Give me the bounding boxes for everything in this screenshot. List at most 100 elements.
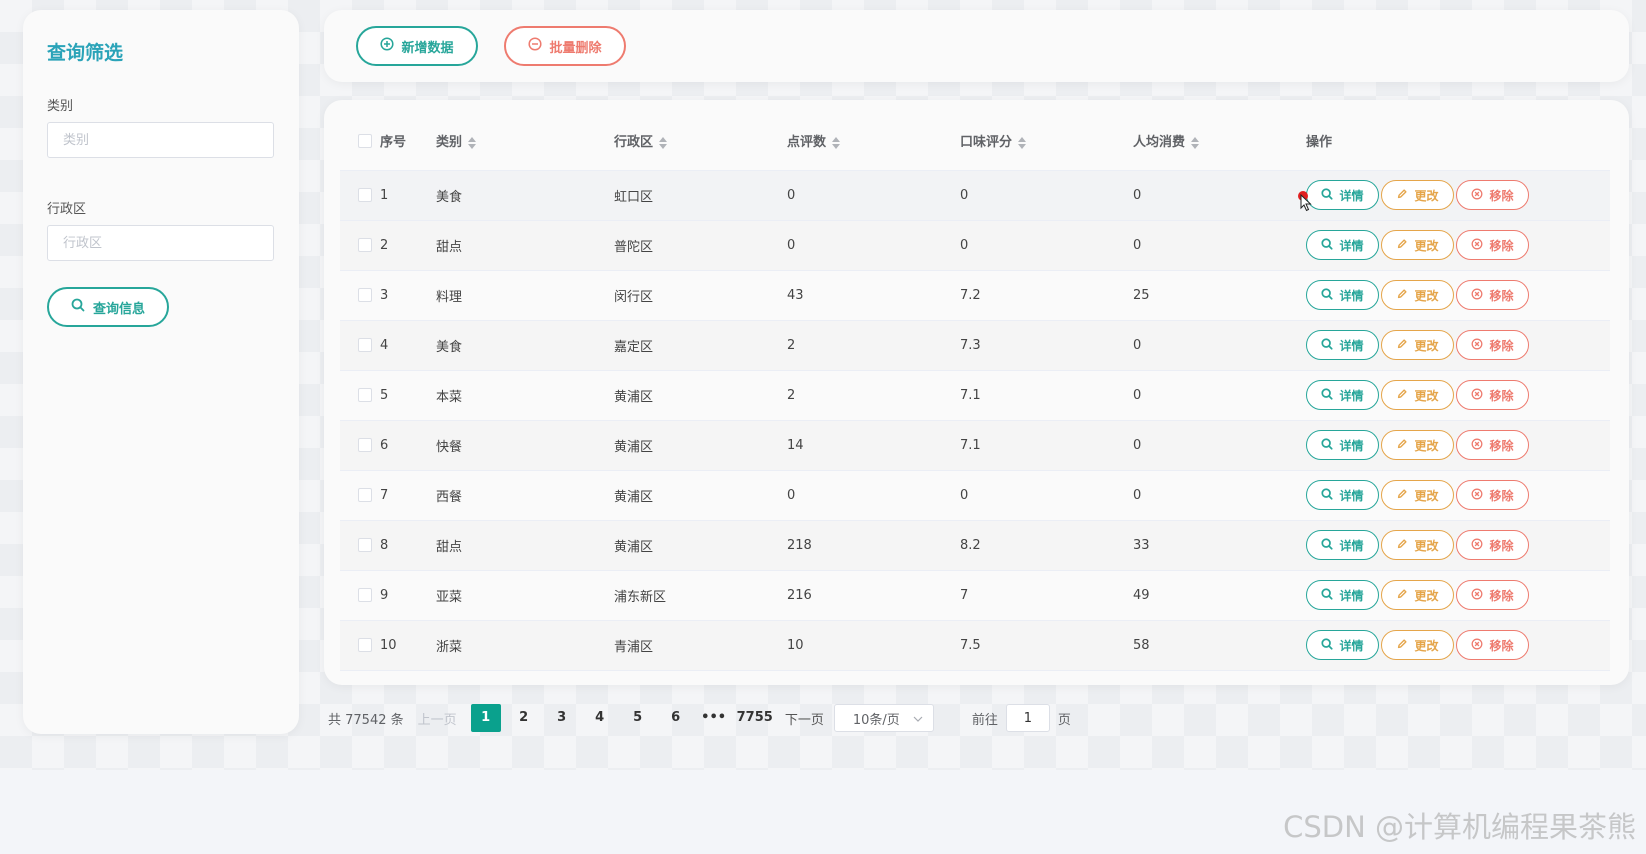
table-row[interactable]: 8 甜点 黄浦区 218 8.2 33 详情 更改 移除 bbox=[340, 520, 1610, 571]
remove-button[interactable]: 移除 bbox=[1456, 230, 1529, 260]
edit-button[interactable]: 更改 bbox=[1381, 430, 1454, 460]
remove-button[interactable]: 移除 bbox=[1456, 480, 1529, 510]
row-checkbox[interactable] bbox=[358, 238, 372, 252]
detail-button[interactable]: 详情 bbox=[1306, 280, 1379, 310]
table-row[interactable]: 10 浙菜 青浦区 10 7.5 58 详情 更改 移除 bbox=[340, 620, 1610, 671]
district-input[interactable] bbox=[47, 225, 274, 261]
remove-label: 移除 bbox=[1489, 338, 1514, 353]
page-4[interactable]: 4 bbox=[585, 704, 615, 732]
data-table-card: 序号 类别 行政区 点评数 口味评分 人均消费 操作 1 美食 虹口区 0 0 0 详情 更改… bbox=[324, 100, 1629, 685]
col-header-taste[interactable]: 口味评分 bbox=[960, 112, 1133, 171]
cell-category: 美食 bbox=[436, 320, 614, 371]
close-circle-icon bbox=[1471, 438, 1483, 453]
row-checkbox[interactable] bbox=[358, 288, 372, 302]
detail-label: 详情 bbox=[1339, 488, 1364, 503]
detail-button[interactable]: 详情 bbox=[1306, 480, 1379, 510]
edit-button[interactable]: 更改 bbox=[1381, 280, 1454, 310]
row-checkbox[interactable] bbox=[358, 188, 372, 202]
col-header-category-label: 类别 bbox=[436, 135, 463, 151]
row-checkbox[interactable] bbox=[358, 638, 372, 652]
table-row[interactable]: 3 料理 闵行区 43 7.2 25 详情 更改 移除 bbox=[340, 270, 1610, 321]
page-3[interactable]: 3 bbox=[547, 704, 577, 732]
remove-label: 移除 bbox=[1489, 438, 1514, 453]
edit-button[interactable]: 更改 bbox=[1381, 230, 1454, 260]
page-size-select[interactable]: 10条/页 bbox=[833, 704, 934, 732]
search-icon bbox=[1321, 537, 1334, 553]
cell-avg-cost: 0 bbox=[1133, 320, 1306, 371]
detail-button[interactable]: 详情 bbox=[1306, 380, 1379, 410]
add-data-button[interactable]: 新增数据 bbox=[356, 26, 478, 66]
remove-label: 移除 bbox=[1489, 638, 1514, 653]
table-row[interactable]: 6 快餐 黄浦区 14 7.1 0 详情 更改 移除 bbox=[340, 420, 1610, 471]
close-circle-icon bbox=[1471, 488, 1483, 503]
edit-button[interactable]: 更改 bbox=[1381, 480, 1454, 510]
pagination: 共 77542 条 上一页 1 2 3 4 5 6 ••• 7755 下一页 1… bbox=[328, 704, 1071, 732]
detail-button[interactable]: 详情 bbox=[1306, 430, 1379, 460]
query-button[interactable]: 查询信息 bbox=[47, 287, 169, 327]
edit-button[interactable]: 更改 bbox=[1381, 530, 1454, 560]
detail-button[interactable]: 详情 bbox=[1306, 630, 1379, 660]
remove-button[interactable]: 移除 bbox=[1456, 530, 1529, 560]
col-header-reviews-label: 点评数 bbox=[787, 135, 827, 151]
row-checkbox[interactable] bbox=[358, 338, 372, 352]
table-row[interactable]: 2 甜点 普陀区 0 0 0 详情 更改 移除 bbox=[340, 220, 1610, 271]
row-checkbox[interactable] bbox=[358, 388, 372, 402]
edit-button[interactable]: 更改 bbox=[1381, 630, 1454, 660]
page-last[interactable]: 7755 bbox=[737, 704, 773, 732]
remove-button[interactable]: 移除 bbox=[1456, 630, 1529, 660]
row-checkbox[interactable] bbox=[358, 438, 372, 452]
remove-button[interactable]: 移除 bbox=[1456, 430, 1529, 460]
remove-button[interactable]: 移除 bbox=[1456, 380, 1529, 410]
sort-icon[interactable] bbox=[659, 136, 668, 149]
table-row[interactable]: 1 美食 虹口区 0 0 0 详情 更改 移除 bbox=[340, 170, 1610, 221]
page-6[interactable]: 6 bbox=[661, 704, 691, 732]
category-input[interactable] bbox=[47, 122, 274, 158]
row-checkbox[interactable] bbox=[358, 588, 372, 602]
more-pages-ellipsis[interactable]: ••• bbox=[699, 704, 729, 732]
detail-button[interactable]: 详情 bbox=[1306, 330, 1379, 360]
sort-icon[interactable] bbox=[1018, 136, 1027, 149]
edit-label: 更改 bbox=[1414, 638, 1439, 653]
col-header-avg-cost[interactable]: 人均消费 bbox=[1133, 112, 1306, 171]
col-header-reviews[interactable]: 点评数 bbox=[787, 112, 960, 171]
remove-label: 移除 bbox=[1489, 238, 1514, 253]
remove-button[interactable]: 移除 bbox=[1456, 580, 1529, 610]
remove-button[interactable]: 移除 bbox=[1456, 280, 1529, 310]
table-row[interactable]: 4 美食 嘉定区 2 7.3 0 详情 更改 移除 bbox=[340, 320, 1610, 371]
edit-label: 更改 bbox=[1414, 488, 1439, 503]
remove-button[interactable]: 移除 bbox=[1456, 330, 1529, 360]
detail-button[interactable]: 详情 bbox=[1306, 180, 1379, 210]
page-2[interactable]: 2 bbox=[509, 704, 539, 732]
detail-label: 详情 bbox=[1339, 188, 1364, 203]
detail-button[interactable]: 详情 bbox=[1306, 530, 1379, 560]
table-row[interactable]: 5 本菜 黄浦区 2 7.1 0 详情 更改 移除 bbox=[340, 370, 1610, 421]
row-checkbox[interactable] bbox=[358, 538, 372, 552]
table-header-row: 序号 类别 行政区 点评数 口味评分 人均消费 操作 bbox=[340, 112, 1610, 171]
page-5[interactable]: 5 bbox=[623, 704, 653, 732]
edit-button[interactable]: 更改 bbox=[1381, 180, 1454, 210]
prev-page-button[interactable]: 上一页 bbox=[418, 709, 457, 728]
row-checkbox[interactable] bbox=[358, 488, 372, 502]
edit-button[interactable]: 更改 bbox=[1381, 330, 1454, 360]
cell-district: 青浦区 bbox=[614, 620, 787, 671]
select-all-checkbox[interactable] bbox=[358, 133, 372, 148]
cell-district: 普陀区 bbox=[614, 220, 787, 271]
detail-button[interactable]: 详情 bbox=[1306, 580, 1379, 610]
goto-page-input[interactable] bbox=[1005, 704, 1050, 732]
page-1[interactable]: 1 bbox=[470, 704, 501, 732]
table-row[interactable]: 7 西餐 黄浦区 0 0 0 详情 更改 移除 bbox=[340, 470, 1610, 521]
detail-button[interactable]: 详情 bbox=[1306, 230, 1379, 260]
sort-icon[interactable] bbox=[468, 136, 477, 149]
sort-icon[interactable] bbox=[1191, 136, 1200, 149]
cell-taste: 0 bbox=[960, 220, 1133, 271]
cell-no: 9 bbox=[380, 570, 436, 621]
col-header-category[interactable]: 类别 bbox=[436, 112, 614, 171]
next-page-button[interactable]: 下一页 bbox=[785, 709, 824, 728]
col-header-district[interactable]: 行政区 bbox=[614, 112, 787, 171]
table-row[interactable]: 9 亚菜 浦东新区 216 7 49 详情 更改 移除 bbox=[340, 570, 1610, 621]
batch-delete-button[interactable]: 批量删除 bbox=[504, 26, 626, 66]
remove-button[interactable]: 移除 bbox=[1456, 180, 1529, 210]
edit-button[interactable]: 更改 bbox=[1381, 580, 1454, 610]
sort-icon[interactable] bbox=[832, 136, 841, 149]
edit-button[interactable]: 更改 bbox=[1381, 380, 1454, 410]
